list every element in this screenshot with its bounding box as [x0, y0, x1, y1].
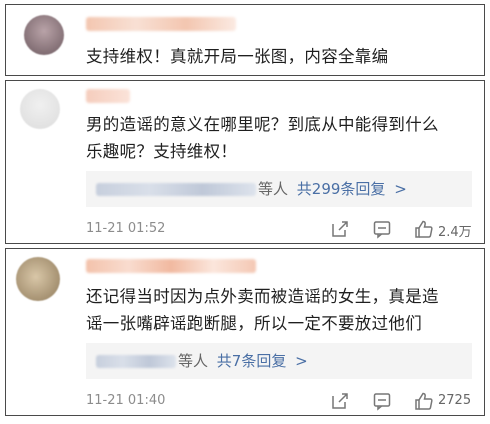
comment-icon[interactable] — [372, 391, 392, 411]
avatar[interactable] — [24, 15, 64, 55]
avatar[interactable] — [20, 89, 60, 129]
username-blurred[interactable] — [86, 259, 256, 273]
comment-line: 谣一张嘴辟谣跑断腿，所以一定不要放过他们 — [86, 314, 422, 333]
comment-time: 11-21 01:52 — [86, 221, 166, 236]
reply-count-link[interactable]: 共7条回复 — [217, 352, 287, 370]
comment-time: 11-21 01:40 — [86, 393, 166, 408]
like-icon[interactable] — [414, 391, 434, 411]
comment-card-2: 男的造谣的意义在哪里呢？到底从中能得到什么 乐趣呢？支持维权！ 等人 共299条… — [5, 80, 485, 244]
comment-icon[interactable] — [372, 219, 392, 239]
chevron-right-icon[interactable]: > — [394, 180, 407, 198]
share-icon[interactable] — [330, 391, 350, 411]
reply-count-link[interactable]: 共299条回复 — [297, 180, 386, 198]
comment-text: 支持维权！真就开局一张图，内容全靠编 — [86, 43, 388, 70]
reply-summary-text[interactable]: 等人 共299条回复 > — [258, 178, 407, 200]
reply-suffix: 等人 — [178, 352, 209, 370]
comment-card-1: 支持维权！真就开局一张图，内容全靠编 — [5, 4, 485, 76]
like-icon[interactable] — [414, 219, 434, 239]
comment-line: 还记得当时因为点外卖而被造谣的女生，真是造 — [86, 287, 439, 306]
reply-users-blurred — [96, 355, 176, 368]
reply-suffix: 等人 — [258, 180, 289, 198]
comment-line: 支持维权！真就开局一张图，内容全靠编 — [86, 47, 389, 66]
username-blurred[interactable] — [86, 17, 236, 31]
comment-line: 男的造谣的意义在哪里呢？到底从中能得到什么 — [86, 115, 439, 134]
comment-line: 乐趣呢？支持维权！ — [86, 142, 238, 161]
like-count: 2.4万 — [438, 225, 472, 240]
comment-text: 还记得当时因为点外卖而被造谣的女生，真是造 谣一张嘴辟谣跑断腿，所以一定不要放过… — [86, 283, 439, 337]
avatar[interactable] — [16, 257, 60, 301]
comment-text: 男的造谣的意义在哪里呢？到底从中能得到什么 乐趣呢？支持维权！ — [86, 111, 439, 165]
share-icon[interactable] — [330, 219, 350, 239]
chevron-right-icon[interactable]: > — [295, 352, 308, 370]
reply-summary-text[interactable]: 等人 共7条回复 > — [178, 350, 308, 372]
reply-summary[interactable]: 等人 共7条回复 > — [86, 343, 472, 379]
reply-summary[interactable]: 等人 共299条回复 > — [86, 171, 472, 207]
comment-card-3: 还记得当时因为点外卖而被造谣的女生，真是造 谣一张嘴辟谣跑断腿，所以一定不要放过… — [5, 248, 485, 416]
like-count: 2725 — [438, 393, 472, 408]
username-blurred[interactable] — [86, 89, 130, 103]
reply-users-blurred — [96, 183, 256, 196]
